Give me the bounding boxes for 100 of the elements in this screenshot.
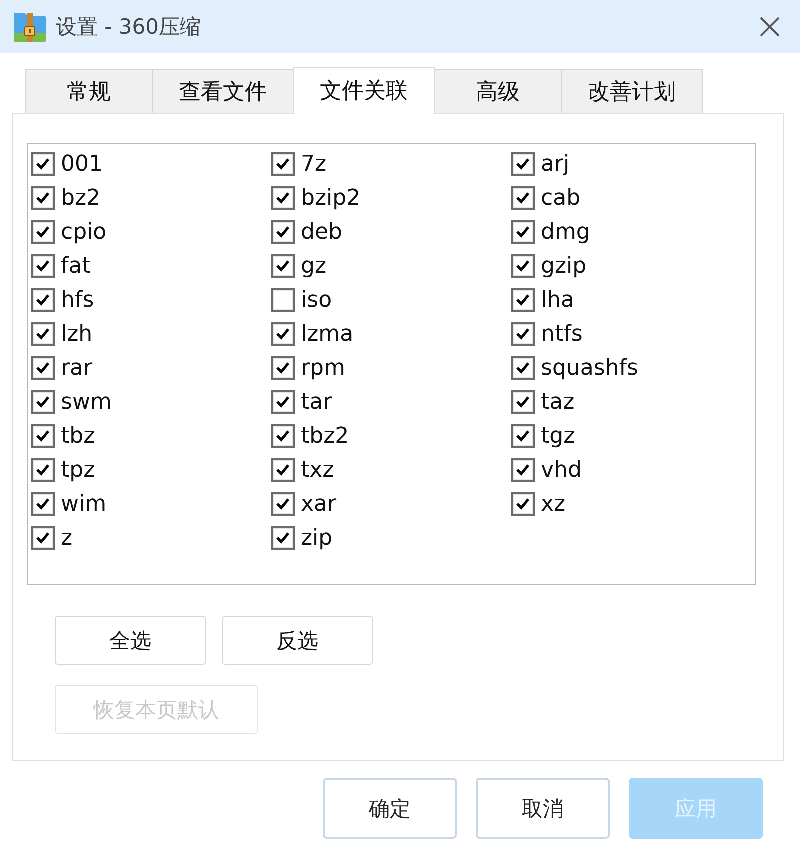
file-type-label: tbz2 <box>301 424 350 448</box>
checkmark-icon <box>36 498 50 510</box>
checkbox[interactable] <box>271 458 295 482</box>
checkmark-icon <box>36 430 50 442</box>
file-type-label: deb <box>301 220 342 244</box>
checkmark-icon <box>36 192 50 204</box>
checkbox[interactable] <box>511 288 535 312</box>
checkmark-icon <box>36 260 50 272</box>
checkbox[interactable] <box>511 390 535 414</box>
file-type-label: dmg <box>541 220 590 244</box>
checkmark-icon <box>516 430 530 442</box>
checkmark-icon <box>36 362 50 374</box>
file-type-label: xar <box>301 492 337 516</box>
checkbox[interactable] <box>31 254 55 278</box>
file-type-label: txz <box>301 458 334 482</box>
checkbox[interactable] <box>271 356 295 380</box>
checkbox[interactable] <box>31 220 55 244</box>
file-type-label: lzma <box>301 322 354 346</box>
checkbox[interactable] <box>31 186 55 210</box>
checkmark-icon <box>276 430 290 442</box>
checkbox[interactable] <box>31 458 55 482</box>
file-type-label: lzh <box>61 322 93 346</box>
checkmark-icon <box>276 328 290 340</box>
checkmark-icon <box>516 260 530 272</box>
file-type-label: vhd <box>541 458 582 482</box>
file-type-label: iso <box>301 288 332 312</box>
invert-selection-button[interactable]: 反选 <box>222 616 373 665</box>
checkbox[interactable] <box>511 424 535 448</box>
checkmark-icon <box>516 294 530 306</box>
checkmark-icon <box>276 192 290 204</box>
file-type-label: tgz <box>541 424 576 448</box>
select-all-button[interactable]: 全选 <box>55 616 206 665</box>
checkmark-icon <box>36 396 50 408</box>
checkbox[interactable] <box>31 322 55 346</box>
tab[interactable]: 高级 <box>434 69 562 113</box>
checkmark-icon <box>36 464 50 476</box>
checkbox[interactable] <box>511 220 535 244</box>
checkbox[interactable] <box>271 322 295 346</box>
checkmark-icon <box>516 396 530 408</box>
checkbox[interactable] <box>511 186 535 210</box>
file-type-label: gzip <box>541 254 587 278</box>
file-type-label: 7z <box>301 152 327 176</box>
file-type-label: hfs <box>61 288 94 312</box>
file-type-label: rar <box>61 356 93 380</box>
checkmark-icon <box>516 158 530 170</box>
checkmark-icon <box>276 532 290 544</box>
checkmark-icon <box>276 498 290 510</box>
checkbox[interactable] <box>271 152 295 176</box>
file-type-label: squashfs <box>541 356 638 380</box>
tab[interactable]: 改善计划 <box>561 69 703 113</box>
archive-folder-icon <box>14 12 46 42</box>
checkbox[interactable] <box>31 492 55 516</box>
file-type-label: 001 <box>61 152 103 176</box>
checkbox[interactable] <box>271 220 295 244</box>
ok-button[interactable]: 确定 <box>323 778 457 839</box>
checkmark-icon <box>36 158 50 170</box>
checkbox[interactable] <box>511 458 535 482</box>
checkbox[interactable] <box>31 526 55 550</box>
checkmark-icon <box>516 226 530 238</box>
checkbox[interactable] <box>31 356 55 380</box>
file-type-label: fat <box>61 254 91 278</box>
checkmark-icon <box>516 464 530 476</box>
checkmark-icon <box>276 158 290 170</box>
file-type-label: zip <box>301 526 333 550</box>
file-type-label: ntfs <box>541 322 583 346</box>
checkbox[interactable] <box>511 322 535 346</box>
checkbox[interactable] <box>271 390 295 414</box>
checkbox[interactable] <box>511 356 535 380</box>
checkbox[interactable] <box>511 492 535 516</box>
file-type-label: tar <box>301 390 332 414</box>
file-type-label: swm <box>61 390 112 414</box>
checkbox[interactable] <box>271 526 295 550</box>
checkbox[interactable] <box>31 424 55 448</box>
checkmark-icon <box>36 532 50 544</box>
checkbox[interactable] <box>271 424 295 448</box>
checkbox[interactable] <box>511 254 535 278</box>
close-button[interactable] <box>760 16 780 36</box>
tab[interactable]: 查看文件 <box>152 69 294 113</box>
tab[interactable]: 文件关联 <box>293 67 435 114</box>
checkbox[interactable] <box>31 152 55 176</box>
file-type-label: tpz <box>61 458 96 482</box>
file-type-label: gz <box>301 254 327 278</box>
checkbox[interactable] <box>271 186 295 210</box>
checkmark-icon <box>276 260 290 272</box>
checkbox[interactable] <box>271 288 295 312</box>
checkmark-icon <box>516 498 530 510</box>
file-type-label: tbz <box>61 424 96 448</box>
checkbox[interactable] <box>271 254 295 278</box>
checkbox[interactable] <box>271 492 295 516</box>
tab[interactable]: 常规 <box>25 69 153 113</box>
checkmark-icon <box>36 294 50 306</box>
checkmark-icon <box>276 226 290 238</box>
cancel-button[interactable]: 取消 <box>476 778 610 839</box>
file-type-label: arj <box>541 152 570 176</box>
checkbox[interactable] <box>511 152 535 176</box>
checkbox[interactable] <box>31 390 55 414</box>
checkmark-icon <box>36 226 50 238</box>
checkmark-icon <box>276 464 290 476</box>
checkmark-icon <box>276 396 290 408</box>
checkbox[interactable] <box>31 288 55 312</box>
